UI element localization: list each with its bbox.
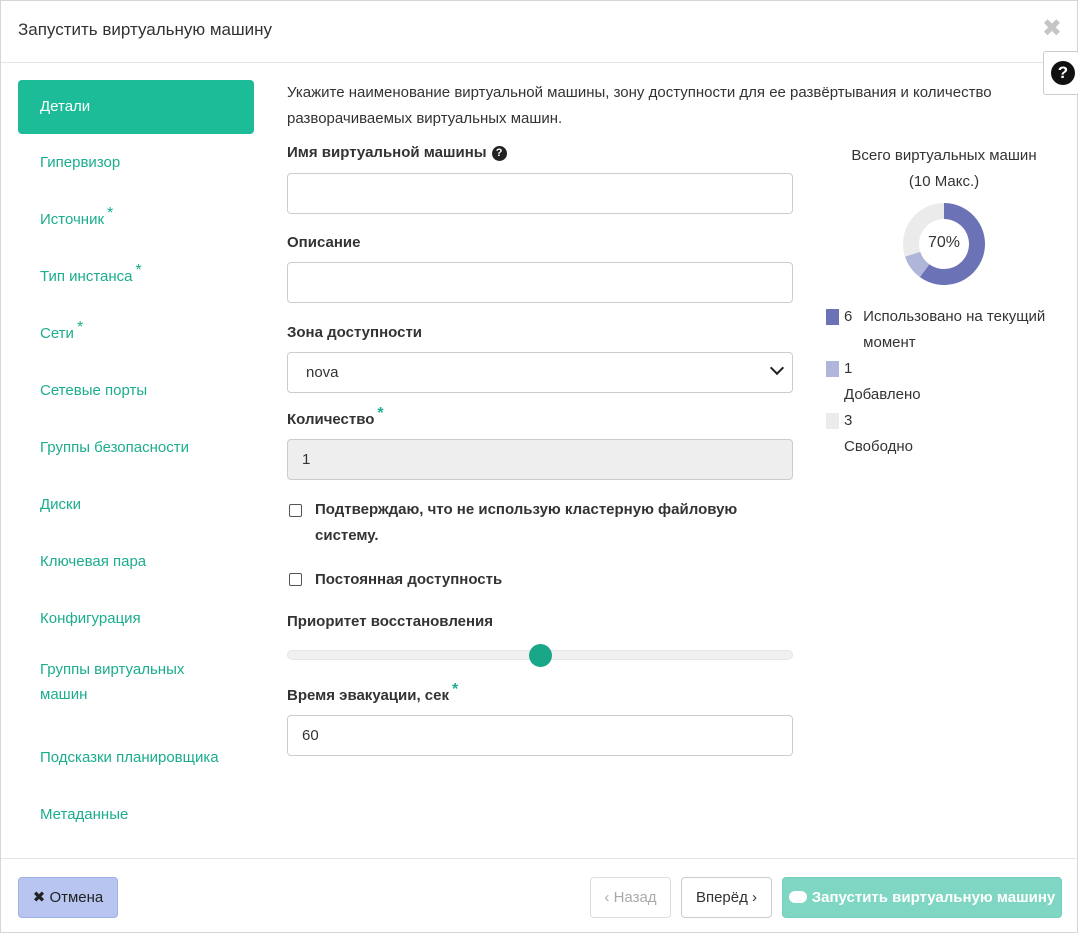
- wizard-steps-nav: Детали Гипервизор Источник * Тип инстанса…: [18, 80, 254, 846]
- question-circle-icon[interactable]: ?: [491, 146, 507, 161]
- quota-percent-label: 70%: [927, 234, 961, 251]
- step-label: Тип инстанса: [40, 268, 133, 285]
- description-input[interactable]: [287, 262, 793, 303]
- close-icon[interactable]: ✖: [1042, 15, 1062, 43]
- priority-slider-handle[interactable]: [528, 644, 552, 667]
- required-mark: *: [135, 262, 142, 279]
- quota-title-line2: (10 Макс.): [908, 173, 980, 190]
- close-icon: ✖: [32, 889, 46, 906]
- label-text: Время эвакуации, сек: [287, 687, 449, 704]
- step-hypervisor[interactable]: Гипервизор: [18, 137, 254, 194]
- label-text: Имя виртуальной машины: [287, 144, 487, 161]
- evacuation-label: Время эвакуации, сек *: [287, 681, 458, 705]
- cloud-upload-icon: [788, 891, 807, 903]
- step-label: Группы виртуальных машин: [40, 661, 185, 703]
- help-button[interactable]: ?: [1043, 51, 1078, 95]
- question-icon: ?: [1051, 61, 1075, 85]
- label-text: Количество: [287, 411, 375, 428]
- intro-text: Укажите наименование виртуальной машины,…: [287, 84, 992, 127]
- cluster-fs-label: Подтверждаю, что не использую кластерную…: [315, 501, 738, 544]
- step-key-pair[interactable]: Ключевая пара: [18, 536, 254, 593]
- step-label: Метаданные: [40, 806, 129, 823]
- legend-count: 3: [844, 412, 853, 429]
- step-server-groups[interactable]: Группы виртуальных машин: [18, 650, 218, 732]
- ha-row: Постоянная доступность: [287, 567, 757, 593]
- evacuation-input[interactable]: 60: [287, 715, 793, 756]
- quota-legend: 6 Использовано на текущий момент 1 Добав…: [826, 304, 1066, 460]
- step-source[interactable]: Источник *: [18, 194, 254, 251]
- chevron-down-icon: [769, 360, 785, 376]
- step-label: Группы безопасности: [40, 439, 189, 456]
- step-networks[interactable]: Сети *: [18, 308, 254, 365]
- step-scheduler-hints[interactable]: Подсказки планировщика: [18, 732, 254, 789]
- description-label: Описание: [287, 234, 361, 251]
- legend-swatch: [826, 413, 839, 429]
- required-mark: *: [377, 405, 384, 422]
- legend-label: Добавлено: [844, 386, 921, 403]
- count-input[interactable]: 1: [287, 439, 793, 480]
- step-configuration[interactable]: Конфигурация: [18, 593, 254, 650]
- quota-title-line1: Всего виртуальных машин: [851, 147, 1037, 164]
- instance-name-input[interactable]: [287, 173, 793, 214]
- step-metadata[interactable]: Метаданные: [18, 789, 254, 846]
- step-label: Ключевая пара: [40, 553, 147, 570]
- legend-label: Свободно: [844, 438, 913, 455]
- required-mark: *: [76, 319, 84, 336]
- step-label: Сети: [40, 325, 74, 342]
- back-button[interactable]: ‹ Назад: [590, 877, 671, 918]
- priority-label: Приоритет восстановления: [287, 613, 494, 630]
- step-label: Конфигурация: [40, 610, 141, 627]
- step-label: Сетевые порты: [40, 382, 148, 399]
- cluster-fs-checkbox[interactable]: [289, 504, 302, 517]
- availability-zone-label: Зона доступности: [287, 324, 423, 341]
- step-label: Источник: [40, 211, 105, 228]
- count-label: Количество *: [287, 405, 384, 429]
- step-flavor[interactable]: Тип инстанса *: [18, 251, 254, 308]
- step-label: Гипервизор: [40, 154, 121, 171]
- legend-swatch: [826, 361, 839, 377]
- instance-name-label: Имя виртуальной машины?: [287, 144, 507, 161]
- cancel-label: Отмена: [49, 889, 104, 906]
- availability-zone-select[interactable]: nova: [287, 352, 793, 393]
- step-security-groups[interactable]: Группы безопасности: [18, 422, 254, 479]
- legend-item-free: 3 Свободно: [826, 408, 1066, 460]
- launch-instance-button[interactable]: Запустить виртуальную машину: [782, 877, 1062, 918]
- legend-item-used: 6 Использовано на текущий момент: [826, 304, 1066, 356]
- legend-item-added: 1 Добавлено: [826, 356, 1066, 408]
- quota-chart-title: Всего виртуальных машин (10 Макс.): [831, 143, 1057, 195]
- step-volumes[interactable]: Диски: [18, 479, 254, 536]
- details-form: Укажите наименование виртуальной машины,…: [287, 80, 992, 132]
- cancel-button[interactable]: ✖ Отмена: [18, 877, 118, 918]
- legend-count: 1: [844, 360, 853, 377]
- required-mark: *: [107, 205, 114, 222]
- dialog-title: Запустить виртуальную машину: [18, 20, 273, 39]
- selected-value: nova: [306, 364, 339, 381]
- step-label: Диски: [40, 496, 81, 513]
- legend-label: Использовано на текущий момент: [863, 308, 1046, 351]
- legend-count: 6: [844, 308, 853, 325]
- legend-swatch: [826, 309, 839, 325]
- required-mark: *: [452, 681, 459, 698]
- cluster-fs-row: Подтверждаю, что не использую кластерную…: [287, 497, 757, 549]
- next-button[interactable]: Вперёд ›: [681, 877, 772, 918]
- step-label: Подсказки планировщика: [40, 749, 219, 766]
- step-label: Детали: [40, 98, 91, 115]
- ha-label: Постоянная доступность: [315, 571, 503, 588]
- dialog-header: Запустить виртуальную машину ✖: [1, 1, 1078, 63]
- ha-checkbox[interactable]: [289, 573, 302, 586]
- step-details[interactable]: Детали: [18, 80, 254, 134]
- launch-instance-dialog: Запустить виртуальную машину ✖ ? Детали …: [0, 0, 1078, 933]
- step-network-ports[interactable]: Сетевые порты: [18, 365, 254, 422]
- launch-label: Запустить виртуальную машину: [811, 889, 1056, 906]
- dialog-footer: ✖ Отмена ‹ Назад Вперёд › Запустить вирт…: [1, 858, 1078, 933]
